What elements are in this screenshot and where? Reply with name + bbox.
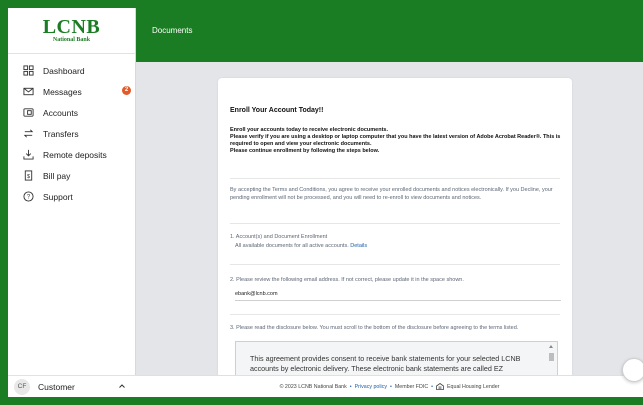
accounts-icon [22,107,34,119]
transfers-icon [22,128,34,140]
separator: • [390,383,392,390]
sidebar-item-label: Transfers [43,128,79,139]
dashboard-icon [22,65,34,77]
top-bar: Documents [136,8,643,62]
main-content: Enroll Your Account Today!! Enroll your … [136,62,643,375]
enroll-intro: Enroll your accounts today to receive el… [230,127,564,155]
divider [230,314,560,315]
chat-help-button[interactable] [622,358,643,382]
user-menu[interactable]: CF Customer [8,375,136,397]
privacy-policy-link[interactable]: Privacy policy [355,384,387,390]
divider [230,264,560,265]
copyright: © 2023 LCNB National Bank [279,383,347,390]
mail-icon [22,86,34,98]
step2-title: 2. Please review the following email add… [230,277,464,283]
svg-text:?: ? [26,195,30,201]
avatar: CF [14,378,30,395]
logo[interactable]: LCNB National Bank [8,8,135,54]
sidebar-item-dashboard[interactable]: Dashboard [8,60,135,81]
terms-text: By accepting the Terms and Conditions, y… [230,187,553,202]
details-link[interactable]: Details [350,243,367,249]
sidebar-item-label: Bill pay [43,170,71,181]
sidebar: LCNB National Bank Dashboard Messages 2 [8,8,136,397]
intro-line: Please verify if you are using a desktop… [230,133,561,147]
divider [230,178,560,179]
sidebar-item-label: Accounts [43,107,78,118]
help-icon: ? [22,191,34,203]
equal-housing-lender: Equal Housing Lender [447,383,500,390]
user-name: Customer [38,381,75,392]
messages-count-badge: 2 [122,86,131,95]
page-title: Documents [152,26,193,35]
step3-title: 3. Please read the disclosure below. You… [230,325,519,331]
sidebar-item-transfers[interactable]: Transfers [8,123,135,144]
sidebar-item-remote-deposits[interactable]: Remote deposits [8,144,135,165]
separator: • [431,383,434,390]
sidebar-item-messages[interactable]: Messages 2 [8,81,135,102]
sidebar-item-support[interactable]: ? Support [8,186,135,207]
step1-description: All available documents for all active a… [235,243,367,251]
disclosure-text: This agreement provides consent to recei… [250,354,521,375]
bill-icon: $ [22,170,34,182]
app-frame: LCNB National Bank Dashboard Messages 2 [8,8,643,397]
equal-housing-icon [436,383,444,390]
scrollbar-thumb[interactable] [549,353,554,361]
member-fdic: Member FDIC [394,383,429,390]
step1-text: All available documents for all active a… [235,243,349,249]
enroll-heading: Enroll Your Account Today!! [230,107,324,114]
logo-subtitle: National Bank [52,36,91,43]
divider [230,223,560,224]
deposit-icon [22,149,34,161]
chevron-up-icon[interactable] [118,382,126,390]
intro-line: Enroll your accounts today to receive el… [230,127,389,133]
footer: © 2023 LCNB National Bank • Privacy poli… [136,375,643,397]
sidebar-nav: Dashboard Messages 2 Accounts Transfers [8,54,135,207]
step1-title: 1. Account(s) and Document Enrollment [230,234,328,240]
sidebar-item-label: Remote deposits [43,149,107,160]
sidebar-item-label: Dashboard [43,65,85,76]
separator: • [349,383,352,390]
disclosure-box[interactable]: This agreement provides consent to recei… [235,341,558,375]
enrollment-card: Enroll Your Account Today!! Enroll your … [218,78,572,375]
scroll-up-arrow-icon[interactable] [549,345,553,348]
intro-line: Please continue enrollment by following … [230,147,380,154]
svg-text:$: $ [26,174,29,180]
sidebar-item-accounts[interactable]: Accounts [8,102,135,123]
logo-wordmark: LCNB [42,15,101,38]
sidebar-item-label: Support [43,191,73,202]
sidebar-item-bill-pay[interactable]: $ Bill pay [8,165,135,186]
disclosure-scrollbar[interactable] [549,345,554,375]
email-field[interactable] [235,288,561,301]
sidebar-item-label: Messages [43,86,82,97]
